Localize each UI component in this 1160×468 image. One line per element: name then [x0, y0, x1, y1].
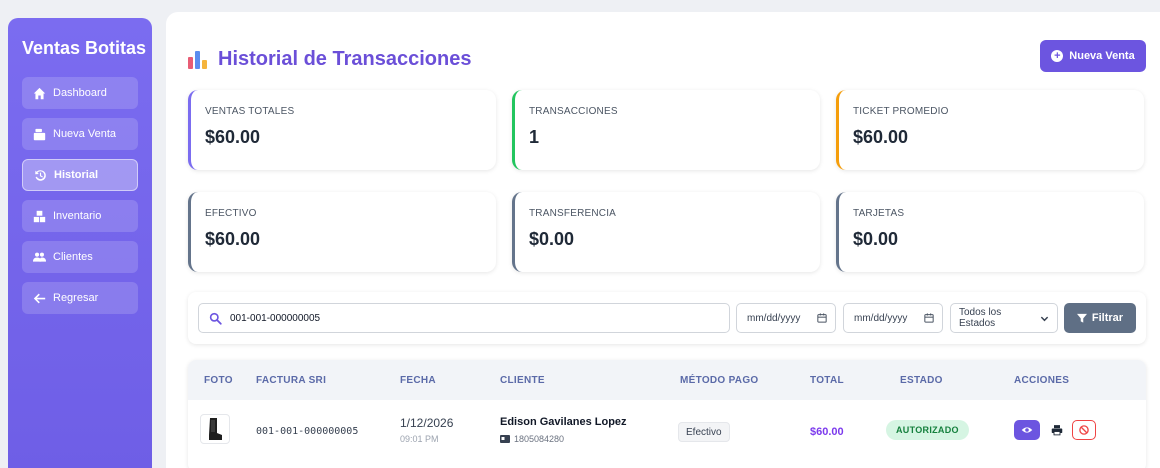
stat-card-ticket-promedio: TICKET PROMEDIO $60.00 — [836, 90, 1144, 170]
new-sale-label: Nueva Venta — [1069, 50, 1135, 62]
column-header-foto: FOTO — [204, 375, 233, 386]
stat-card-transacciones: TRANSACCIONES 1 — [512, 90, 820, 170]
transaction-time: 09:01 PM — [400, 434, 439, 444]
column-header-cliente: CLIENTE — [500, 375, 545, 386]
cash-register-icon — [32, 127, 46, 141]
transaction-date: 1/12/2026 — [400, 416, 454, 430]
stat-value: 1 — [529, 127, 540, 147]
stat-value: $0.00 — [529, 229, 575, 249]
history-icon — [33, 168, 47, 182]
printer-icon — [1051, 425, 1063, 436]
bar-chart-icon — [188, 50, 208, 69]
arrow-left-icon — [32, 291, 46, 305]
product-photo[interactable] — [200, 414, 230, 444]
home-icon — [32, 86, 46, 100]
stat-card-transferencia: TRANSFERENCIA $0.00 — [512, 192, 820, 272]
stat-value: $60.00 — [205, 229, 261, 249]
date-to-placeholder: mm/dd/yyyy — [854, 312, 908, 324]
sidebar-item-label: Nueva Venta — [53, 128, 116, 140]
sidebar-item-label: Regresar — [53, 292, 99, 304]
brand-title: Ventas Botitas — [22, 38, 147, 58]
column-header-fecha: FECHA — [400, 375, 436, 386]
funnel-icon — [1076, 313, 1087, 323]
stat-label: TICKET PROMEDIO — [853, 106, 949, 117]
boot-image — [209, 418, 222, 440]
filter-bar: mm/dd/yyyy mm/dd/yyyy Todos los Estados … — [188, 292, 1146, 344]
new-sale-button[interactable]: + Nueva Venta — [1040, 40, 1146, 72]
customer-id-value: 1805084280 — [514, 434, 565, 444]
stat-label: VENTAS TOTALES — [205, 106, 295, 117]
page-title: Historial de Transacciones — [188, 48, 471, 71]
transaction-total: $60.00 — [810, 426, 844, 438]
plus-circle-icon: + — [1051, 50, 1064, 62]
customer-name: Edison Gavilanes Lopez — [500, 416, 627, 428]
table-header: FOTO FACTURA SRI FECHA CLIENTE MÉTODO PA… — [188, 360, 1146, 400]
ban-icon — [1079, 425, 1089, 435]
filter-button-label: Filtrar — [1091, 312, 1124, 324]
print-button[interactable] — [1046, 420, 1068, 440]
column-header-total: TOTAL — [810, 375, 844, 386]
sidebar-item-clientes[interactable]: Clientes — [22, 241, 138, 273]
table-row: 001-001-000000005 1/12/2026 09:01 PM Edi… — [188, 400, 1146, 468]
filter-button[interactable]: Filtrar — [1064, 303, 1136, 333]
page-title-text: Historial de Transacciones — [218, 48, 472, 70]
stat-value: $60.00 — [205, 127, 261, 147]
sidebar-item-label: Clientes — [53, 251, 93, 263]
search-input[interactable] — [230, 312, 710, 324]
stat-label: TRANSACCIONES — [529, 106, 618, 117]
customer-id: 1805084280 — [500, 434, 564, 444]
status-badge: AUTORIZADO — [886, 420, 969, 440]
column-header-estado: ESTADO — [900, 375, 943, 386]
status-select[interactable]: Todos los Estados — [950, 303, 1058, 333]
id-card-icon — [500, 435, 510, 443]
cancel-button[interactable] — [1072, 420, 1096, 440]
stat-label: TARJETAS — [853, 208, 905, 219]
stat-value: $60.00 — [853, 127, 909, 147]
payment-method-badge: Efectivo — [678, 422, 730, 442]
view-button[interactable] — [1014, 420, 1040, 440]
sidebar-item-regresar[interactable]: Regresar — [22, 282, 138, 314]
search-icon — [209, 312, 222, 325]
stat-card-efectivo: EFECTIVO $60.00 — [188, 192, 496, 272]
calendar-icon[interactable] — [924, 313, 934, 323]
stat-label: TRANSFERENCIA — [529, 208, 617, 219]
stat-label: EFECTIVO — [205, 208, 257, 219]
invoice-number: 001-001-000000005 — [256, 426, 359, 437]
sidebar-item-historial[interactable]: Historial — [22, 159, 138, 191]
sidebar-item-nueva-venta[interactable]: Nueva Venta — [22, 118, 138, 150]
eye-icon — [1021, 427, 1033, 433]
date-from-input[interactable]: mm/dd/yyyy — [736, 303, 836, 333]
sidebar-item-label: Dashboard — [53, 87, 107, 99]
stat-card-ventas-totales: VENTAS TOTALES $60.00 — [188, 90, 496, 170]
stat-value: $0.00 — [853, 229, 899, 249]
date-to-input[interactable]: mm/dd/yyyy — [843, 303, 943, 333]
main-panel: Historial de Transacciones + Nueva Venta… — [166, 12, 1160, 468]
users-icon — [32, 250, 46, 264]
sidebar-item-label: Historial — [54, 169, 99, 181]
sidebar: Ventas Botitas Dashboard Nueva Venta His… — [8, 18, 152, 468]
chevron-down-icon — [1040, 316, 1049, 321]
column-header-factura: FACTURA SRI — [256, 375, 327, 386]
sidebar-item-label: Inventario — [53, 210, 102, 222]
sidebar-item-inventario[interactable]: Inventario — [22, 200, 138, 232]
sidebar-item-dashboard[interactable]: Dashboard — [22, 77, 138, 109]
column-header-metodo-pago: MÉTODO PAGO — [680, 375, 759, 386]
stat-card-tarjetas: TARJETAS $0.00 — [836, 192, 1144, 272]
boxes-icon — [32, 209, 46, 223]
calendar-icon[interactable] — [817, 313, 827, 323]
transactions-table: FOTO FACTURA SRI FECHA CLIENTE MÉTODO PA… — [188, 360, 1146, 468]
date-from-placeholder: mm/dd/yyyy — [747, 312, 801, 324]
status-select-value: Todos los Estados — [959, 307, 1002, 329]
search-box[interactable] — [198, 303, 730, 333]
column-header-acciones: ACCIONES — [1014, 375, 1070, 386]
